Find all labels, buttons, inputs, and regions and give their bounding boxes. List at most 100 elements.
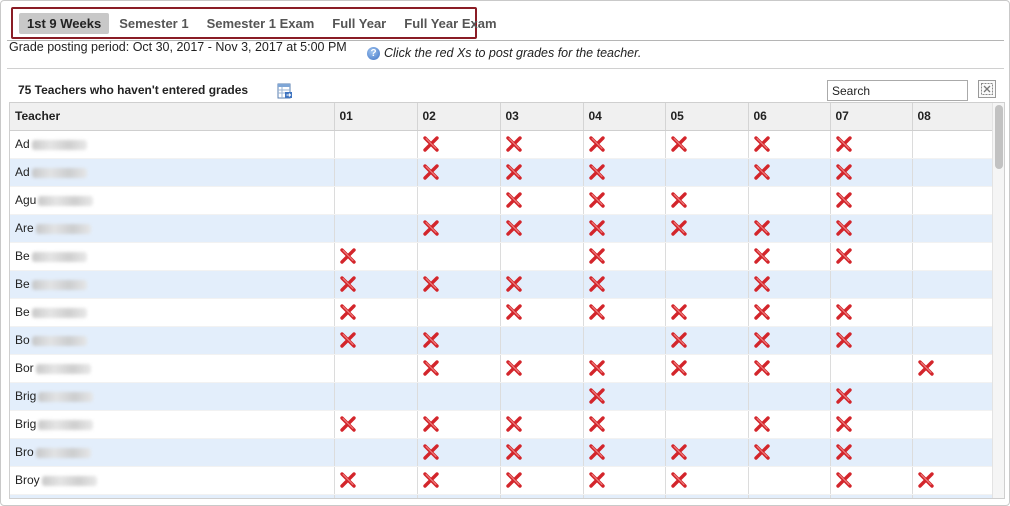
period-cell-07[interactable] xyxy=(830,326,913,355)
period-cell-02[interactable] xyxy=(417,354,501,383)
period-cell-07[interactable] xyxy=(830,438,913,467)
red-x-icon[interactable] xyxy=(588,163,606,181)
period-cell-02[interactable] xyxy=(417,410,501,439)
red-x-icon[interactable] xyxy=(505,191,523,209)
period-cell-08[interactable] xyxy=(912,354,994,383)
period-cell-03[interactable] xyxy=(500,214,584,243)
column-header-period-05[interactable]: 05 xyxy=(665,103,749,131)
red-x-icon[interactable] xyxy=(588,191,606,209)
red-x-icon[interactable] xyxy=(505,275,523,293)
clear-search-icon[interactable] xyxy=(978,80,996,98)
red-x-icon[interactable] xyxy=(753,415,771,433)
period-cell-03[interactable] xyxy=(500,410,584,439)
period-cell-03[interactable] xyxy=(500,158,584,187)
period-cell-05[interactable] xyxy=(665,326,749,355)
tab-semester-1[interactable]: Semester 1 xyxy=(111,13,196,34)
red-x-icon[interactable] xyxy=(339,247,357,265)
period-cell-06[interactable] xyxy=(748,214,831,243)
red-x-icon[interactable] xyxy=(753,359,771,377)
period-cell-05[interactable] xyxy=(665,466,749,495)
red-x-icon[interactable] xyxy=(505,415,523,433)
red-x-icon[interactable] xyxy=(588,387,606,405)
period-cell-06[interactable] xyxy=(748,438,831,467)
column-header-period-01[interactable]: 01 xyxy=(334,103,418,131)
period-cell-05[interactable] xyxy=(665,130,749,159)
period-cell-07[interactable] xyxy=(830,158,913,187)
red-x-icon[interactable] xyxy=(505,219,523,237)
red-x-icon[interactable] xyxy=(753,163,771,181)
red-x-icon[interactable] xyxy=(835,219,853,237)
period-cell-03[interactable] xyxy=(500,466,584,495)
red-x-icon[interactable] xyxy=(422,443,440,461)
red-x-icon[interactable] xyxy=(835,303,853,321)
period-cell-05[interactable] xyxy=(665,214,749,243)
red-x-icon[interactable] xyxy=(670,191,688,209)
red-x-icon[interactable] xyxy=(835,387,853,405)
red-x-icon[interactable] xyxy=(505,359,523,377)
red-x-icon[interactable] xyxy=(505,135,523,153)
search-input[interactable] xyxy=(827,80,968,101)
period-cell-07[interactable] xyxy=(830,298,913,327)
red-x-icon[interactable] xyxy=(422,219,440,237)
period-cell-04[interactable] xyxy=(583,242,666,271)
period-cell-03[interactable] xyxy=(500,438,584,467)
red-x-icon[interactable] xyxy=(422,331,440,349)
red-x-icon[interactable] xyxy=(753,275,771,293)
red-x-icon[interactable] xyxy=(588,303,606,321)
period-cell-08[interactable] xyxy=(912,466,994,495)
tab-semester-1-exam[interactable]: Semester 1 Exam xyxy=(199,13,323,34)
red-x-icon[interactable] xyxy=(917,359,935,377)
period-cell-02[interactable] xyxy=(417,438,501,467)
period-cell-03[interactable] xyxy=(500,130,584,159)
red-x-icon[interactable] xyxy=(753,219,771,237)
period-cell-02[interactable] xyxy=(417,214,501,243)
period-cell-02[interactable] xyxy=(417,466,501,495)
red-x-icon[interactable] xyxy=(422,471,440,489)
red-x-icon[interactable] xyxy=(670,471,688,489)
red-x-icon[interactable] xyxy=(422,415,440,433)
red-x-icon[interactable] xyxy=(917,471,935,489)
red-x-icon[interactable] xyxy=(670,303,688,321)
column-header-period-07[interactable]: 07 xyxy=(830,103,913,131)
red-x-icon[interactable] xyxy=(835,415,853,433)
red-x-icon[interactable] xyxy=(505,303,523,321)
period-cell-04[interactable] xyxy=(583,270,666,299)
period-cell-06[interactable] xyxy=(748,130,831,159)
period-cell-06[interactable] xyxy=(748,326,831,355)
red-x-icon[interactable] xyxy=(753,303,771,321)
export-grid-icon[interactable] xyxy=(277,83,293,99)
red-x-icon[interactable] xyxy=(588,135,606,153)
period-cell-02[interactable] xyxy=(417,326,501,355)
period-cell-03[interactable] xyxy=(500,354,584,383)
red-x-icon[interactable] xyxy=(753,135,771,153)
column-header-period-06[interactable]: 06 xyxy=(748,103,831,131)
period-cell-01[interactable] xyxy=(334,326,418,355)
red-x-icon[interactable] xyxy=(422,163,440,181)
red-x-icon[interactable] xyxy=(588,247,606,265)
red-x-icon[interactable] xyxy=(505,163,523,181)
red-x-icon[interactable] xyxy=(835,163,853,181)
period-cell-04[interactable] xyxy=(583,186,666,215)
period-cell-06[interactable] xyxy=(748,270,831,299)
red-x-icon[interactable] xyxy=(835,191,853,209)
column-header-period-08[interactable]: 08 xyxy=(912,103,994,131)
period-cell-06[interactable] xyxy=(748,410,831,439)
period-cell-06[interactable] xyxy=(748,158,831,187)
period-cell-02[interactable] xyxy=(417,270,501,299)
red-x-icon[interactable] xyxy=(670,135,688,153)
red-x-icon[interactable] xyxy=(422,135,440,153)
red-x-icon[interactable] xyxy=(588,359,606,377)
period-cell-04[interactable] xyxy=(583,158,666,187)
red-x-icon[interactable] xyxy=(588,471,606,489)
period-cell-06[interactable] xyxy=(748,242,831,271)
red-x-icon[interactable] xyxy=(339,331,357,349)
period-cell-03[interactable] xyxy=(500,186,584,215)
period-cell-07[interactable] xyxy=(830,382,913,411)
period-cell-01[interactable] xyxy=(334,410,418,439)
period-cell-06[interactable] xyxy=(748,298,831,327)
period-cell-07[interactable] xyxy=(830,186,913,215)
period-cell-07[interactable] xyxy=(830,130,913,159)
scrollbar-thumb[interactable] xyxy=(995,105,1003,169)
red-x-icon[interactable] xyxy=(588,443,606,461)
red-x-icon[interactable] xyxy=(670,359,688,377)
